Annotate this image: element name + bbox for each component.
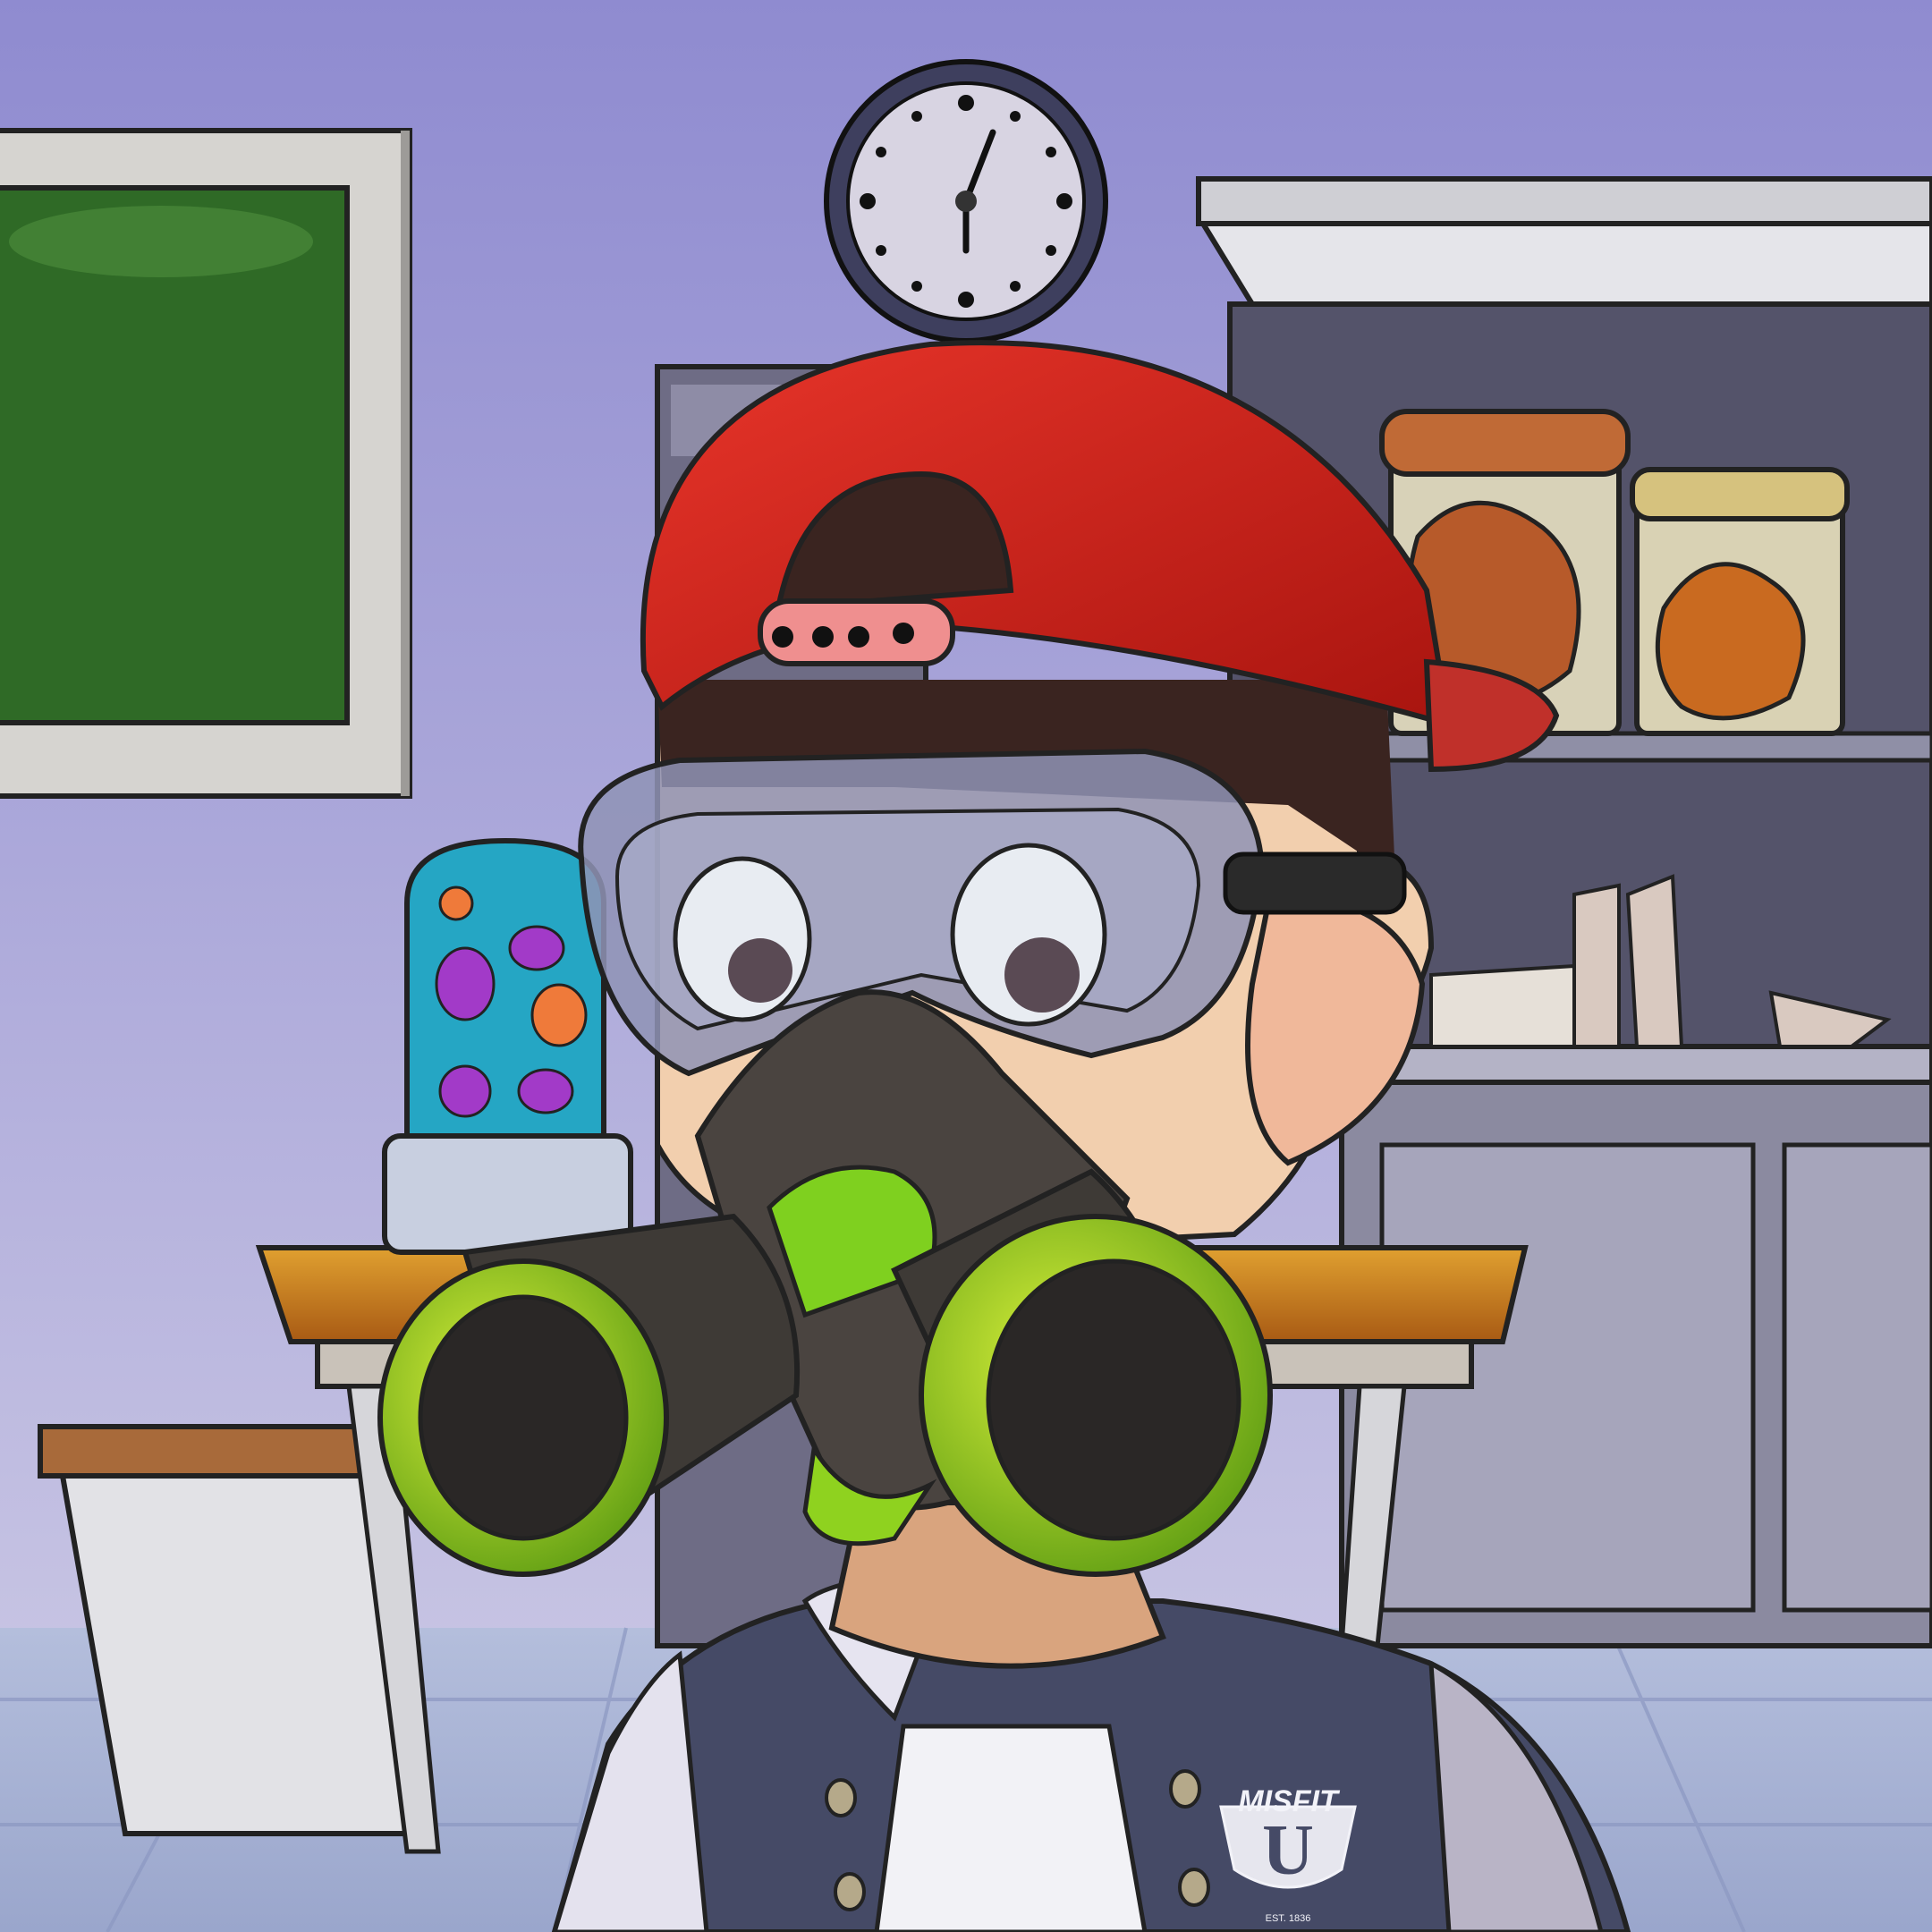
specimen-jar: [1630, 467, 1850, 736]
clock-icon: [824, 59, 1108, 343]
logo-est-text: EST. 1836: [1266, 1913, 1311, 1924]
chalkboard: [0, 128, 412, 799]
nft-avatar-scene: MISFIT U EST. 1836: [0, 0, 1932, 1932]
logo-letter: U: [1262, 1811, 1314, 1890]
scene-illustration: MISFIT U EST. 1836: [0, 0, 1932, 1932]
